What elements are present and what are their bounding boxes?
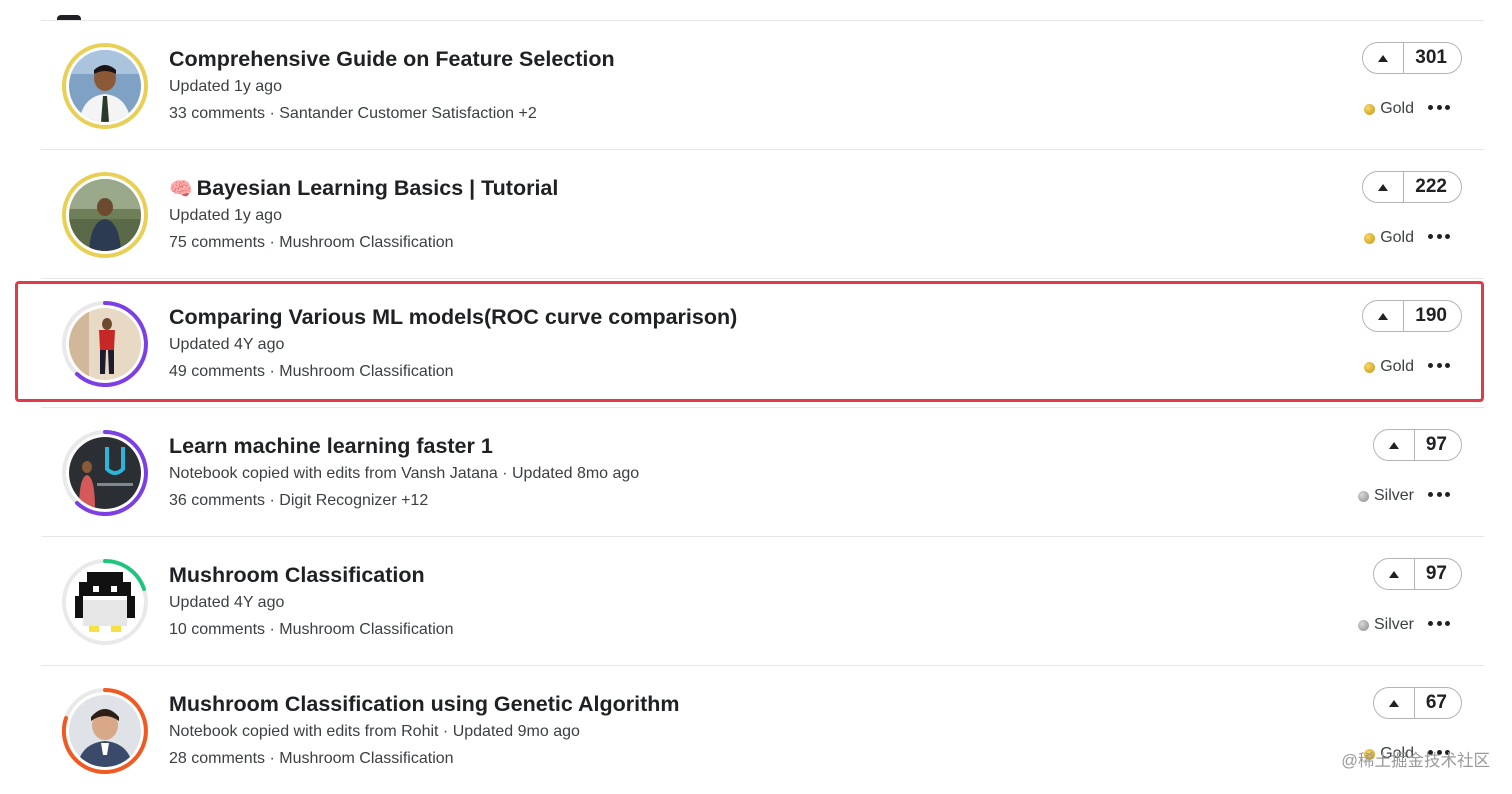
list-item: Comprehensive Guide on Feature Selection… — [41, 21, 1484, 150]
notebook-list: Comprehensive Guide on Feature Selection… — [41, 21, 1484, 794]
medal-label: Silver — [1373, 616, 1414, 633]
comments-and-dataset[interactable]: 28 comments · Mushroom Classification — [169, 750, 454, 768]
avatar[interactable] — [62, 301, 148, 387]
upvote-button[interactable] — [1374, 559, 1415, 589]
update-info: Updated 1y ago — [169, 207, 282, 224]
watermark: @稀土掘金技术社区 — [1341, 752, 1490, 770]
medal-label: Gold — [1380, 358, 1414, 375]
avatar-photo — [69, 179, 141, 251]
caret-up-icon — [1378, 312, 1389, 320]
vote-count: 190 — [1415, 305, 1447, 326]
more-options-icon[interactable] — [1428, 484, 1450, 504]
caret-up-icon — [1378, 54, 1389, 62]
vote-count: 97 — [1425, 563, 1447, 584]
upvote-button[interactable] — [1363, 301, 1405, 331]
update-info: Notebook copied with edits from Rohit · … — [169, 723, 580, 740]
caret-up-icon — [1378, 183, 1389, 191]
medal-badge: Silver — [1357, 616, 1414, 634]
notebook-title[interactable]: Learn machine learning faster 1 — [169, 434, 493, 459]
brain-emoji-icon: 🧠 — [169, 179, 193, 200]
upvote-button[interactable] — [1363, 43, 1405, 73]
list-item: Comparing Various ML models(ROC curve co… — [41, 279, 1484, 408]
upvote-control: 222 — [1362, 171, 1462, 203]
avatar-photo — [69, 50, 141, 122]
comments-and-dataset[interactable]: 49 comments · Mushroom Classification — [169, 363, 454, 381]
caret-up-icon — [1388, 570, 1399, 578]
caret-up-icon — [1388, 699, 1399, 707]
comments-and-dataset[interactable]: 10 comments · Mushroom Classification — [169, 621, 454, 639]
avatar-photo — [69, 566, 141, 638]
list-item: Learn machine learning faster 1 Notebook… — [41, 408, 1484, 537]
caret-up-icon — [1388, 441, 1399, 449]
medal-label: Silver — [1373, 487, 1414, 504]
upvote-control: 97 — [1372, 429, 1462, 461]
upvote-button[interactable] — [1363, 172, 1405, 202]
avatar-photo — [69, 308, 141, 380]
upvote-button[interactable] — [1374, 688, 1415, 718]
update-info: Updated 1y ago — [169, 78, 282, 95]
vote-count: 97 — [1425, 434, 1447, 455]
upvote-control: 190 — [1362, 300, 1462, 332]
vote-count: 67 — [1425, 692, 1447, 713]
comments-and-dataset[interactable]: 33 comments · Santander Customer Satisfa… — [169, 105, 537, 123]
medal-icon — [1364, 103, 1376, 115]
upvote-button[interactable] — [1374, 430, 1415, 460]
upvote-control: 97 — [1372, 558, 1462, 590]
list-item: Mushroom Classification using Genetic Al… — [41, 666, 1484, 794]
notebook-title[interactable]: Mushroom Classification using Genetic Al… — [169, 692, 679, 717]
upvote-control: 67 — [1372, 687, 1462, 719]
avatar[interactable] — [62, 559, 148, 645]
update-info: Updated 4Y ago — [169, 594, 285, 611]
medal-label: Gold — [1380, 229, 1414, 246]
medal-badge: Gold — [1364, 100, 1414, 118]
avatar-photo — [69, 437, 141, 509]
avatar-photo — [69, 695, 141, 767]
medal-badge: Gold — [1364, 229, 1414, 247]
notebook-title[interactable]: Mushroom Classification — [169, 563, 425, 588]
vote-count: 301 — [1415, 47, 1447, 68]
notebook-title[interactable]: Comparing Various ML models(ROC curve co… — [169, 305, 737, 330]
medal-icon — [1357, 490, 1369, 502]
avatar[interactable] — [62, 430, 148, 516]
avatar[interactable] — [62, 172, 148, 258]
vote-count: 222 — [1415, 176, 1447, 197]
list-item: Mushroom Classification Updated 4Y ago 1… — [41, 537, 1484, 666]
medal-badge: Gold — [1364, 358, 1414, 376]
notebook-title[interactable]: Comprehensive Guide on Feature Selection — [169, 47, 615, 72]
more-options-icon[interactable] — [1428, 613, 1450, 633]
medal-icon — [1364, 361, 1376, 373]
update-info: Notebook copied with edits from Vansh Ja… — [169, 465, 640, 482]
more-options-icon[interactable] — [1428, 355, 1450, 375]
upvote-control: 301 — [1362, 42, 1462, 74]
comments-and-dataset[interactable]: 36 comments · Digit Recognizer +12 — [169, 492, 428, 510]
list-item: 🧠 Bayesian Learning Basics | Tutorial Upd… — [41, 150, 1484, 279]
medal-badge: Silver — [1357, 487, 1414, 505]
notebook-title[interactable]: 🧠 Bayesian Learning Basics | Tutorial — [169, 176, 558, 201]
medal-label: Gold — [1380, 100, 1414, 117]
avatar[interactable] — [62, 688, 148, 774]
more-options-icon[interactable] — [1428, 226, 1450, 246]
avatar[interactable] — [62, 43, 148, 129]
more-options-icon[interactable] — [1428, 97, 1450, 117]
update-info: Updated 4Y ago — [169, 336, 285, 353]
medal-icon — [1357, 619, 1369, 631]
comments-and-dataset[interactable]: 75 comments · Mushroom Classification — [169, 234, 454, 252]
medal-icon — [1364, 232, 1376, 244]
